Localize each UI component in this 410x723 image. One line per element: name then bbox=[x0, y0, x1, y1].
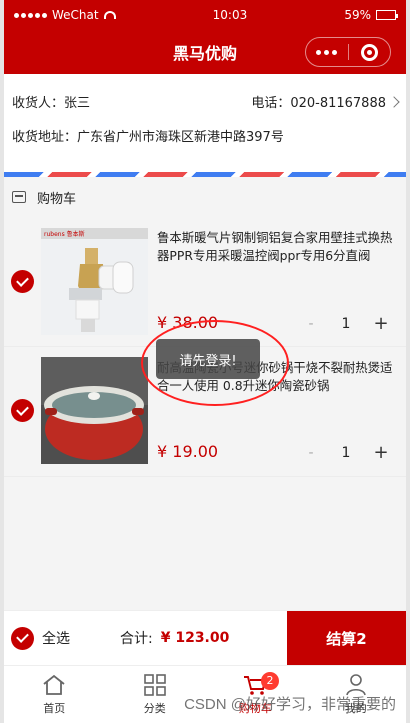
tab-label: 分类 bbox=[143, 702, 166, 715]
navigation-bar: 黑马优购 bbox=[4, 30, 406, 74]
red-highlight-circle bbox=[141, 320, 289, 406]
increase-quantity-button[interactable]: + bbox=[371, 313, 391, 334]
mobile-screen: WeChat 10:03 59% 黑马优购 收货人：张三 电话：020-8116… bbox=[0, 0, 410, 723]
shipping-address: 收货地址：广东省广州市海珠区新港中路397号 bbox=[12, 130, 284, 145]
grid-icon bbox=[143, 674, 166, 696]
status-bar: WeChat 10:03 59% bbox=[4, 0, 406, 30]
product-logo: rubens 鲁本斯 bbox=[44, 230, 85, 238]
receiver-row: 收货人：张三 电话：020-81167888 bbox=[4, 92, 406, 111]
status-right: 59% bbox=[344, 8, 398, 22]
more-menu-icon[interactable] bbox=[306, 49, 348, 55]
radiator-valve-image: rubens 鲁本斯 bbox=[41, 228, 148, 335]
select-all-label: 全选 bbox=[42, 631, 70, 647]
item-checkbox[interactable] bbox=[11, 270, 34, 293]
select-all-checkbox[interactable] bbox=[11, 626, 34, 650]
product-price: ¥ 19.00 bbox=[157, 442, 219, 461]
product-image[interactable]: rubens 鲁本斯 bbox=[41, 228, 148, 335]
cart-section-header: 购物车 bbox=[4, 177, 406, 217]
quantity-stepper[interactable]: - 1 + bbox=[301, 313, 391, 334]
checkout-button[interactable]: 结算2 bbox=[287, 611, 406, 665]
wifi-icon bbox=[103, 11, 116, 19]
item-checkbox[interactable] bbox=[11, 399, 34, 422]
time-label: 10:03 bbox=[212, 8, 248, 22]
quantity-value: 1 bbox=[341, 315, 351, 332]
receiver-phone: 电话：020-81167888 bbox=[251, 92, 400, 111]
product-title[interactable]: 鲁本斯暖气片钢制铜铝复合家用壁挂式换热器PPR专用采暖温控阀ppr专用6分直阀 bbox=[157, 229, 393, 265]
clay-pot-image bbox=[41, 357, 148, 464]
total-price: ¥ 123.00 bbox=[160, 630, 230, 646]
page-title: 黑马优购 bbox=[172, 44, 237, 63]
quantity-stepper[interactable]: - 1 + bbox=[301, 442, 391, 463]
tab-label: 首页 bbox=[43, 702, 66, 715]
battery-percent: 59% bbox=[344, 8, 371, 22]
battery-icon bbox=[375, 10, 398, 20]
quantity-value: 1 bbox=[341, 444, 351, 461]
cart-count-badge: 2 bbox=[261, 672, 279, 690]
shipping-address-card[interactable]: 收货人：张三 电话：020-81167888 收货地址：广东省广州市海珠区新港中… bbox=[4, 74, 406, 172]
mini-program-capsule bbox=[305, 37, 391, 67]
shop-icon bbox=[12, 191, 26, 203]
checkout-bar: 全选 合计: ¥ 123.00 结算2 bbox=[4, 610, 406, 665]
home-icon bbox=[43, 674, 65, 695]
status-left: WeChat bbox=[14, 8, 116, 22]
total-summary: 合计: ¥ 123.00 bbox=[120, 628, 229, 648]
cart-title: 购物车 bbox=[37, 191, 77, 207]
product-image[interactable] bbox=[41, 357, 148, 464]
receiver-name: 收货人：张三 bbox=[12, 96, 91, 111]
signal-icon bbox=[14, 12, 47, 18]
decrease-quantity-button[interactable]: - bbox=[301, 316, 321, 332]
close-program-icon[interactable] bbox=[348, 43, 390, 61]
decrease-quantity-button[interactable]: - bbox=[301, 445, 321, 461]
total-label: 合计: bbox=[120, 631, 153, 647]
chevron-right-icon bbox=[388, 95, 400, 108]
select-all-control[interactable]: 全选 bbox=[11, 626, 70, 650]
carrier-label: WeChat bbox=[52, 8, 99, 22]
csdn-watermark: CSDN @好好学习，非常重要的 bbox=[184, 696, 396, 713]
tab-home[interactable]: 首页 bbox=[4, 666, 105, 723]
phone-label: 电话：020-81167888 bbox=[251, 96, 386, 111]
increase-quantity-button[interactable]: + bbox=[371, 442, 391, 463]
